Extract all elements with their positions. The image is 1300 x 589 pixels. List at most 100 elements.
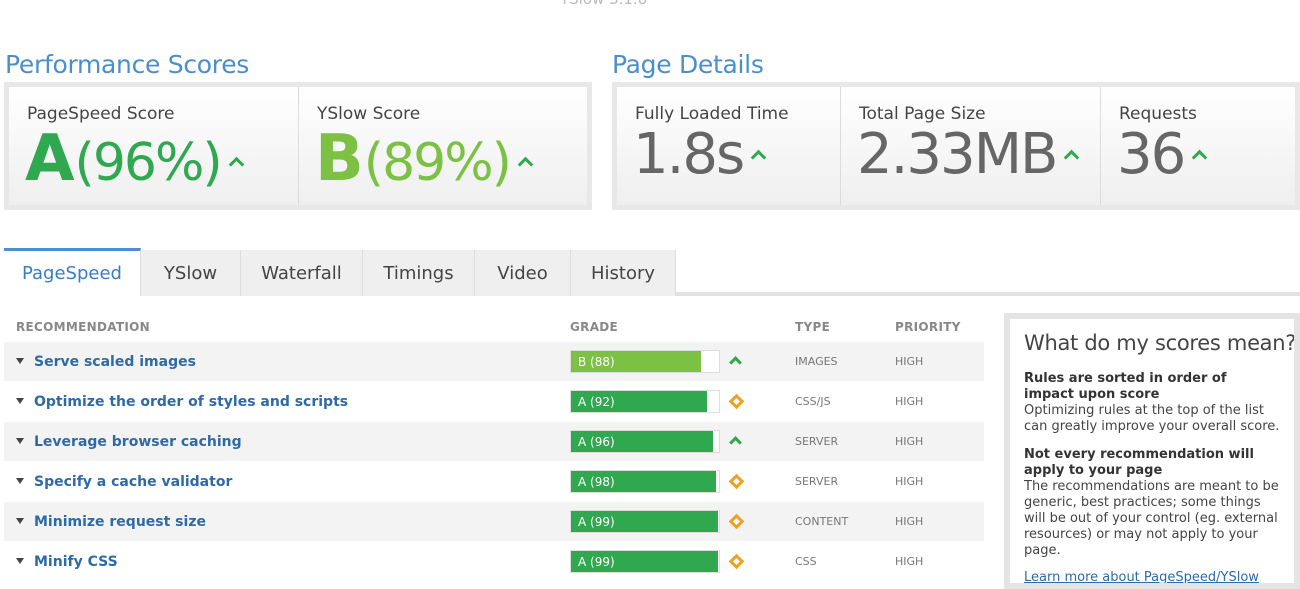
fully-loaded-label: Fully Loaded Time [635,104,789,124]
expand-caret-icon[interactable] [16,558,24,564]
fully-loaded-value: 1.8s [633,127,767,183]
help-text-1: Optimizing rules at the top of the list … [1024,403,1280,434]
grade-label: A (99) [578,554,615,569]
pagespeed-score-card: PageSpeed Score A(96%) [9,87,299,205]
header-grade: GRADE [570,320,619,334]
fully-loaded-number: 1.8s [633,122,745,187]
grade-fill: A (96) [571,431,714,452]
grade-label: B (88) [578,354,615,369]
tab-pagespeed[interactable]: PageSpeed [4,248,141,296]
grade-label: A (96) [578,434,615,449]
expand-caret-icon[interactable] [16,438,24,444]
trend-up-icon [1064,149,1080,166]
requests-label: Requests [1119,104,1197,124]
grade-bar: A (96) [570,430,720,453]
scores-help-panel: What do my scores mean? Rules are sorted… [1004,313,1300,589]
trend-indicator [728,473,745,490]
grade-bar: A (98) [570,470,720,493]
recommendation-type: CSS [795,555,817,568]
yslow-grade: B [315,122,364,196]
trend-indicator [728,393,745,410]
trend-up-icon [1191,149,1208,166]
scores-help-title: What do my scores mean? [1024,331,1294,355]
page-size-number: 2.33MB [857,122,1058,187]
requests-card: Requests 36 [1101,87,1295,205]
warning-diamond-icon [728,473,745,490]
recommendation-priority: HIGH [895,395,924,408]
grade-label: A (98) [578,474,615,489]
expand-caret-icon[interactable] [16,358,24,364]
grade-bar: A (92) [570,390,720,413]
grade-fill: A (99) [571,511,718,532]
yslow-score-card: YSlow Score B(89%) [299,87,587,205]
tab-waterfall[interactable]: Waterfall [241,250,363,296]
help-text-2: The recommendations are meant to be gene… [1024,479,1279,558]
grade-bar: A (99) [570,510,720,533]
recommendation-name[interactable]: Minimize request size [34,514,206,530]
grade-bar: A (99) [570,550,720,573]
warning-diamond-icon [728,513,745,530]
trend-up-icon [729,436,742,449]
table-row[interactable]: Specify a cache validator A (98) SERVER … [4,462,984,502]
header-priority: PRIORITY [895,320,961,334]
page-size-value: 2.33MB [857,127,1080,183]
recommendation-type: SERVER [795,435,839,448]
yslow-score-label: YSlow Score [317,104,421,124]
recommendation-priority: HIGH [895,355,924,368]
expand-caret-icon[interactable] [16,518,24,524]
recommendation-type: SERVER [795,475,839,488]
grade-label: A (99) [578,514,615,529]
trend-up-icon [228,156,244,173]
pagespeed-score-value: A(96%) [25,127,244,193]
warning-diamond-icon [728,393,745,410]
trend-indicator [729,434,742,449]
recommendation-name[interactable]: Serve scaled images [34,354,196,370]
page-details-panel: Fully Loaded Time 1.8s Total Page Size 2… [612,82,1300,210]
table-row[interactable]: Minify CSS A (99) CSS HIGH [4,542,984,582]
grade-fill: B (88) [571,351,702,372]
requests-value: 36 [1117,127,1208,183]
help-heading-1: Rules are sorted in order of impact upon… [1024,371,1227,402]
report-tabs: PageSpeed YSlow Waterfall Timings Video … [4,248,1300,296]
trend-up-icon [750,149,767,166]
table-row[interactable]: Leverage browser caching A (96) SERVER H… [4,422,984,462]
yslow-percent: (89%) [363,133,512,193]
recommendation-priority: HIGH [895,435,924,448]
table-row[interactable]: Minimize request size A (99) CONTENT HIG… [4,502,984,542]
learn-more-link[interactable]: Learn more about PageSpeed/YSlow scores … [1024,571,1280,584]
table-row[interactable]: Optimize the order of styles and scripts… [4,382,984,422]
trend-up-icon [517,156,534,173]
grade-fill: A (99) [571,551,718,572]
grade-label: A (92) [578,394,615,409]
pagespeed-percent: (96%) [74,133,223,193]
version-label: YSlow 3.1.8 [560,0,647,8]
yslow-score-value: B(89%) [315,127,534,193]
recommendation-priority: HIGH [895,555,924,568]
tab-history[interactable]: History [571,250,676,296]
tab-timings[interactable]: Timings [363,250,475,296]
recommendation-list: Serve scaled images B (88) IMAGES HIGH O… [4,342,984,582]
expand-caret-icon[interactable] [16,478,24,484]
warning-diamond-icon [728,553,745,570]
page-size-label: Total Page Size [859,104,986,124]
expand-caret-icon[interactable] [16,398,24,404]
recommendation-name[interactable]: Optimize the order of styles and scripts [34,394,348,410]
recommendation-type: CONTENT [795,515,849,528]
requests-number: 36 [1117,122,1186,187]
recommendation-name[interactable]: Leverage browser caching [34,434,242,450]
table-row[interactable]: Serve scaled images B (88) IMAGES HIGH [4,342,984,382]
recommendation-priority: HIGH [895,475,924,488]
pagespeed-score-label: PageSpeed Score [27,104,175,124]
page-details-title: Page Details [612,50,764,79]
tab-video[interactable]: Video [475,250,571,296]
page-size-card: Total Page Size 2.33MB [841,87,1101,205]
trend-indicator [728,553,745,570]
performance-scores-panel: PageSpeed Score A(96%) YSlow Score B(89%… [4,82,592,210]
pagespeed-grade: A [25,122,75,196]
recommendation-priority: HIGH [895,515,924,528]
tab-yslow[interactable]: YSlow [141,250,241,296]
recommendation-name[interactable]: Minify CSS [34,554,118,570]
trend-indicator [729,354,742,369]
trend-indicator [728,513,745,530]
recommendation-name[interactable]: Specify a cache validator [34,474,232,490]
